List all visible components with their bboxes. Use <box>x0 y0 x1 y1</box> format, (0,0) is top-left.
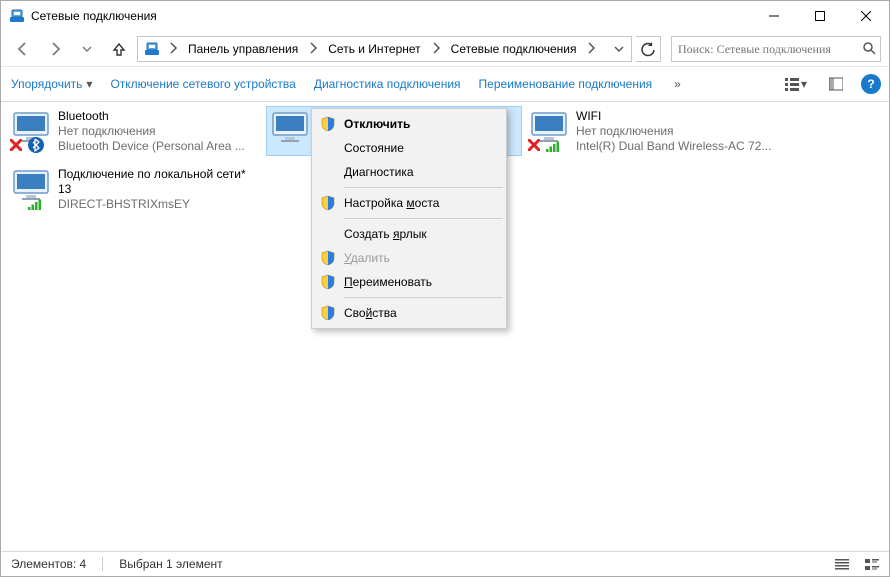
shield-icon <box>320 274 336 290</box>
connection-name: WIFI <box>576 109 771 124</box>
chevron-right-icon[interactable] <box>427 42 445 57</box>
command-bar: Упорядочить ▾ Отключение сетевого устрой… <box>1 66 889 102</box>
preview-pane-button[interactable] <box>825 75 847 94</box>
shield-icon <box>320 195 336 211</box>
forward-button[interactable] <box>41 35 69 63</box>
organize-label: Упорядочить <box>11 77 82 91</box>
connection-icon <box>528 109 570 153</box>
view-options-button[interactable]: ▾ <box>781 75 811 94</box>
title-bar: Сетевые подключения <box>1 1 889 31</box>
more-commands-button[interactable]: » <box>668 77 687 91</box>
context-menu-item: Удалить <box>314 246 504 270</box>
connection-device: DIRECT-BHSTRIXmsEY <box>58 197 258 212</box>
recent-locations-button[interactable] <box>73 35 101 63</box>
context-menu-label: Диагностика <box>344 165 414 179</box>
help-button[interactable]: ? <box>861 74 881 94</box>
window-title: Сетевые подключения <box>31 9 157 23</box>
context-menu-item[interactable]: Свойства <box>314 301 504 325</box>
refresh-button[interactable] <box>636 36 661 62</box>
up-button[interactable] <box>105 35 133 63</box>
connection-item-local13[interactable]: Подключение по локальной сети* 13 DIRECT… <box>7 164 263 215</box>
connection-icon <box>269 109 311 153</box>
separator <box>102 557 103 571</box>
disable-device-button[interactable]: Отключение сетевого устройства <box>108 73 297 95</box>
breadcrumb-item[interactable]: Сетевые подключения <box>445 37 583 61</box>
chevron-right-icon[interactable] <box>304 42 322 57</box>
context-menu-label: Создать ярлык <box>344 227 427 241</box>
connection-icon <box>10 109 52 153</box>
context-menu-label: Переименовать <box>344 275 432 289</box>
close-button[interactable] <box>843 1 889 31</box>
chevron-right-icon[interactable] <box>582 42 600 57</box>
connection-name: Bluetooth <box>58 109 245 124</box>
breadcrumb-box[interactable]: Панель управления Сеть и Интернет Сетевы… <box>137 36 632 62</box>
search-input[interactable] <box>676 41 858 58</box>
app-icon <box>9 8 25 24</box>
connection-device: Intel(R) Dual Band Wireless-AC 72... <box>576 139 771 154</box>
context-menu-item[interactable]: Отключить <box>314 112 504 136</box>
context-menu-item[interactable]: Переименовать <box>314 270 504 294</box>
context-menu-label: Настройка моста <box>344 196 439 210</box>
connection-item-bluetooth[interactable]: Bluetooth Нет подключения Bluetooth Devi… <box>7 106 263 157</box>
context-menu: Отключить Состояние Диагностика Настройка м… <box>311 108 507 329</box>
status-selection: Выбран 1 элемент <box>119 557 222 571</box>
menu-separator <box>344 187 503 188</box>
connection-icon <box>10 167 52 211</box>
details-view-button[interactable] <box>835 557 849 572</box>
status-item-count: Элементов: 4 <box>11 557 86 571</box>
context-menu-label: Отключить <box>344 117 410 131</box>
menu-separator <box>344 297 503 298</box>
shield-icon <box>320 116 336 132</box>
back-button[interactable] <box>9 35 37 63</box>
connection-name: Подключение по локальной сети* 13 <box>58 167 260 197</box>
status-bar: Элементов: 4 Выбран 1 элемент <box>1 551 889 576</box>
minimize-button[interactable] <box>751 1 797 31</box>
diagnose-button[interactable]: Диагностика подключения <box>312 73 463 95</box>
breadcrumb-item[interactable]: Сеть и Интернет <box>322 37 426 61</box>
location-icon <box>144 41 160 57</box>
context-menu-item[interactable]: Создать ярлык <box>314 222 504 246</box>
address-bar: Панель управления Сеть и Интернет Сетевы… <box>1 31 889 66</box>
breadcrumb-item[interactable]: Панель управления <box>182 37 304 61</box>
connection-status: Нет подключения <box>58 124 245 139</box>
tiles-view-button[interactable] <box>865 557 879 572</box>
context-menu-label: Свойства <box>344 306 397 320</box>
shield-icon <box>320 250 336 266</box>
menu-separator <box>344 218 503 219</box>
connection-device: Bluetooth Device (Personal Area ... <box>58 139 245 154</box>
context-menu-label: Состояние <box>344 141 404 155</box>
connection-status: Нет подключения <box>576 124 771 139</box>
rename-button[interactable]: Переименование подключения <box>477 73 655 95</box>
chevron-right-icon[interactable] <box>164 42 182 57</box>
context-menu-label: Удалить <box>344 251 390 265</box>
address-history-button[interactable] <box>608 44 629 54</box>
connection-item-wifi[interactable]: WIFI Нет подключения Intel(R) Dual Band … <box>525 106 781 157</box>
maximize-button[interactable] <box>797 1 843 31</box>
context-menu-item[interactable]: Состояние <box>314 136 504 160</box>
search-icon[interactable] <box>862 41 876 58</box>
shield-icon <box>320 305 336 321</box>
organize-button[interactable]: Упорядочить ▾ <box>9 73 94 95</box>
context-menu-item[interactable]: Диагностика <box>314 160 504 184</box>
search-box[interactable] <box>671 36 881 62</box>
content-area[interactable]: Bluetooth Нет подключения Bluetooth Devi… <box>1 102 889 551</box>
context-menu-item[interactable]: Настройка моста <box>314 191 504 215</box>
